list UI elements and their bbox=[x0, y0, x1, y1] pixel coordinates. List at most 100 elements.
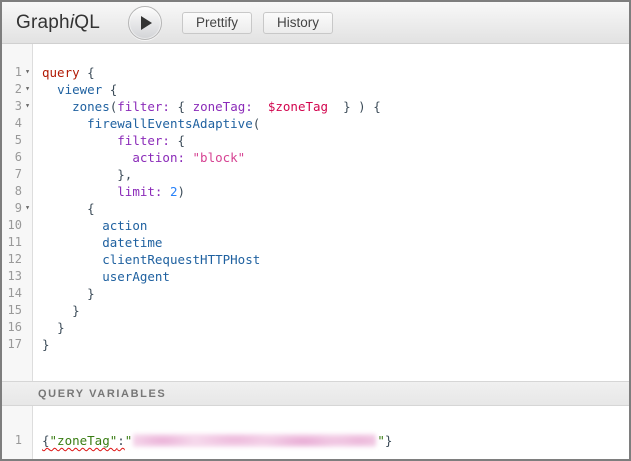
token-property: action bbox=[102, 218, 147, 233]
line-number: 14 bbox=[2, 285, 22, 302]
code-line[interactable]: 12 clientRequestHTTPHost bbox=[2, 251, 629, 268]
fold-gutter-spacer bbox=[22, 336, 33, 353]
token-punct: } ) { bbox=[328, 99, 381, 114]
code-line[interactable]: 8 limit: 2) bbox=[2, 183, 629, 200]
history-button[interactable]: History bbox=[263, 12, 333, 34]
fold-gutter-spacer bbox=[22, 217, 33, 234]
token-ws bbox=[42, 235, 102, 250]
fold-gutter-spacer bbox=[22, 285, 33, 302]
code-text: } bbox=[33, 319, 65, 336]
code-line[interactable]: 3▾ zones(filter: { zoneTag: $zoneTag } )… bbox=[2, 98, 629, 115]
token-punct: { bbox=[170, 133, 185, 148]
code-line[interactable]: 14 } bbox=[2, 285, 629, 302]
fold-arrow-icon[interactable]: ▾ bbox=[22, 200, 33, 217]
token-ws bbox=[185, 150, 193, 165]
line-number: 9 bbox=[2, 200, 22, 217]
code-line[interactable]: 10 action bbox=[2, 217, 629, 234]
code-line[interactable]: 6 action: "block" bbox=[2, 149, 629, 166]
token-punct: { bbox=[178, 99, 186, 114]
code-text: { bbox=[33, 200, 95, 217]
code-text: {"zoneTag":""} bbox=[33, 432, 392, 449]
query-variables-title-bar[interactable]: Query Variables bbox=[2, 381, 629, 406]
code-line[interactable]: 1{"zoneTag":""} bbox=[2, 432, 629, 449]
fold-gutter-spacer bbox=[22, 149, 33, 166]
token-property: firewallEventsAdaptive bbox=[87, 116, 253, 131]
token-property: userAgent bbox=[102, 269, 170, 284]
line-number: 6 bbox=[2, 149, 22, 166]
code-line[interactable]: 9▾ { bbox=[2, 200, 629, 217]
token-variable: $zoneTag bbox=[268, 99, 328, 114]
code-text: }, bbox=[33, 166, 132, 183]
line-number: 5 bbox=[2, 132, 22, 149]
code-line[interactable]: 16 } bbox=[2, 319, 629, 336]
code-line[interactable]: 7 }, bbox=[2, 166, 629, 183]
token-ws bbox=[185, 99, 193, 114]
fold-gutter-spacer bbox=[22, 115, 33, 132]
play-icon bbox=[141, 16, 152, 30]
code-text: viewer { bbox=[33, 81, 117, 98]
token-punct: { bbox=[42, 433, 50, 448]
code-line[interactable]: 17} bbox=[2, 336, 629, 353]
code-line[interactable]: 15 } bbox=[2, 302, 629, 319]
code-text: } bbox=[33, 302, 80, 319]
token-ws bbox=[42, 320, 57, 335]
token-ws bbox=[42, 167, 117, 182]
logo-text-suffix: QL bbox=[74, 12, 100, 33]
line-number: 15 bbox=[2, 302, 22, 319]
token-punct: } bbox=[385, 433, 393, 448]
token-ws bbox=[170, 99, 178, 114]
code-text: userAgent bbox=[33, 268, 170, 285]
execute-query-button[interactable] bbox=[128, 6, 162, 40]
token-punct: ) bbox=[177, 184, 185, 199]
code-text: query { bbox=[33, 64, 95, 81]
token-ws bbox=[42, 99, 72, 114]
token-ws bbox=[42, 82, 57, 97]
prettify-button[interactable]: Prettify bbox=[182, 12, 252, 34]
line-number: 13 bbox=[2, 268, 22, 285]
line-number: 8 bbox=[2, 183, 22, 200]
code-text: action bbox=[33, 217, 147, 234]
code-text: datetime bbox=[33, 234, 162, 251]
fold-gutter-spacer bbox=[22, 302, 33, 319]
line-number: 1 bbox=[2, 64, 22, 81]
token-string: "block" bbox=[193, 150, 246, 165]
token-ws bbox=[162, 184, 170, 199]
token-property: datetime bbox=[102, 235, 162, 250]
code-line[interactable]: 13 userAgent bbox=[2, 268, 629, 285]
line-number: 1 bbox=[2, 432, 22, 449]
fold-gutter-spacer bbox=[22, 432, 33, 449]
token-attribute: limit: bbox=[117, 184, 162, 199]
toolbar: GraphiQL Prettify History bbox=[2, 2, 629, 44]
fold-gutter-spacer bbox=[22, 268, 33, 285]
token-ws bbox=[253, 99, 268, 114]
code-text: filter: { bbox=[33, 132, 185, 149]
token-attribute: filter: bbox=[117, 99, 170, 114]
token-punct: { bbox=[80, 65, 95, 80]
code-text: action: "block" bbox=[33, 149, 245, 166]
token-punct: { bbox=[102, 82, 117, 97]
token-punct: } bbox=[72, 303, 80, 318]
token-property: zones bbox=[72, 99, 110, 114]
fold-gutter-spacer bbox=[22, 234, 33, 251]
token-json-key: " bbox=[377, 433, 385, 448]
code-line[interactable]: 5 filter: { bbox=[2, 132, 629, 149]
token-ws bbox=[42, 184, 117, 199]
query-editor[interactable]: 1▾query {2▾ viewer {3▾ zones(filter: { z… bbox=[2, 44, 629, 381]
token-ws bbox=[42, 303, 72, 318]
code-line[interactable]: 4 firewallEventsAdaptive( bbox=[2, 115, 629, 132]
fold-arrow-icon[interactable]: ▾ bbox=[22, 98, 33, 115]
fold-arrow-icon[interactable]: ▾ bbox=[22, 64, 33, 81]
token-property: clientRequestHTTPHost bbox=[102, 252, 260, 267]
token-punct: } bbox=[87, 286, 95, 301]
code-line[interactable]: 11 datetime bbox=[2, 234, 629, 251]
token-ws bbox=[42, 252, 102, 267]
code-text: clientRequestHTTPHost bbox=[33, 251, 260, 268]
code-text: limit: 2) bbox=[33, 183, 185, 200]
token-punct: : bbox=[117, 433, 125, 448]
code-line[interactable]: 1▾query { bbox=[2, 64, 629, 81]
query-variables-editor[interactable]: 1{"zoneTag":""} bbox=[2, 406, 629, 459]
code-line[interactable]: 2▾ viewer { bbox=[2, 81, 629, 98]
token-keyword: query bbox=[42, 65, 80, 80]
line-number: 7 bbox=[2, 166, 22, 183]
fold-arrow-icon[interactable]: ▾ bbox=[22, 81, 33, 98]
